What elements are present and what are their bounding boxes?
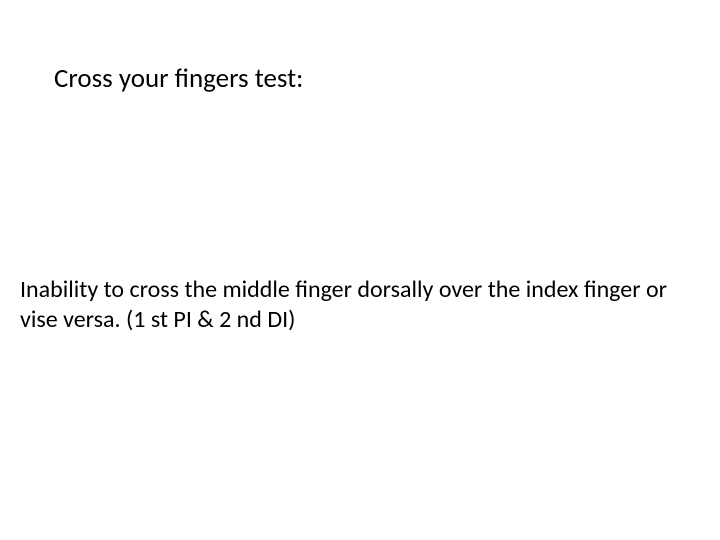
slide-title: Cross your fingers test:: [54, 62, 303, 95]
slide-body-text: Inability to cross the middle finger dor…: [20, 275, 695, 335]
